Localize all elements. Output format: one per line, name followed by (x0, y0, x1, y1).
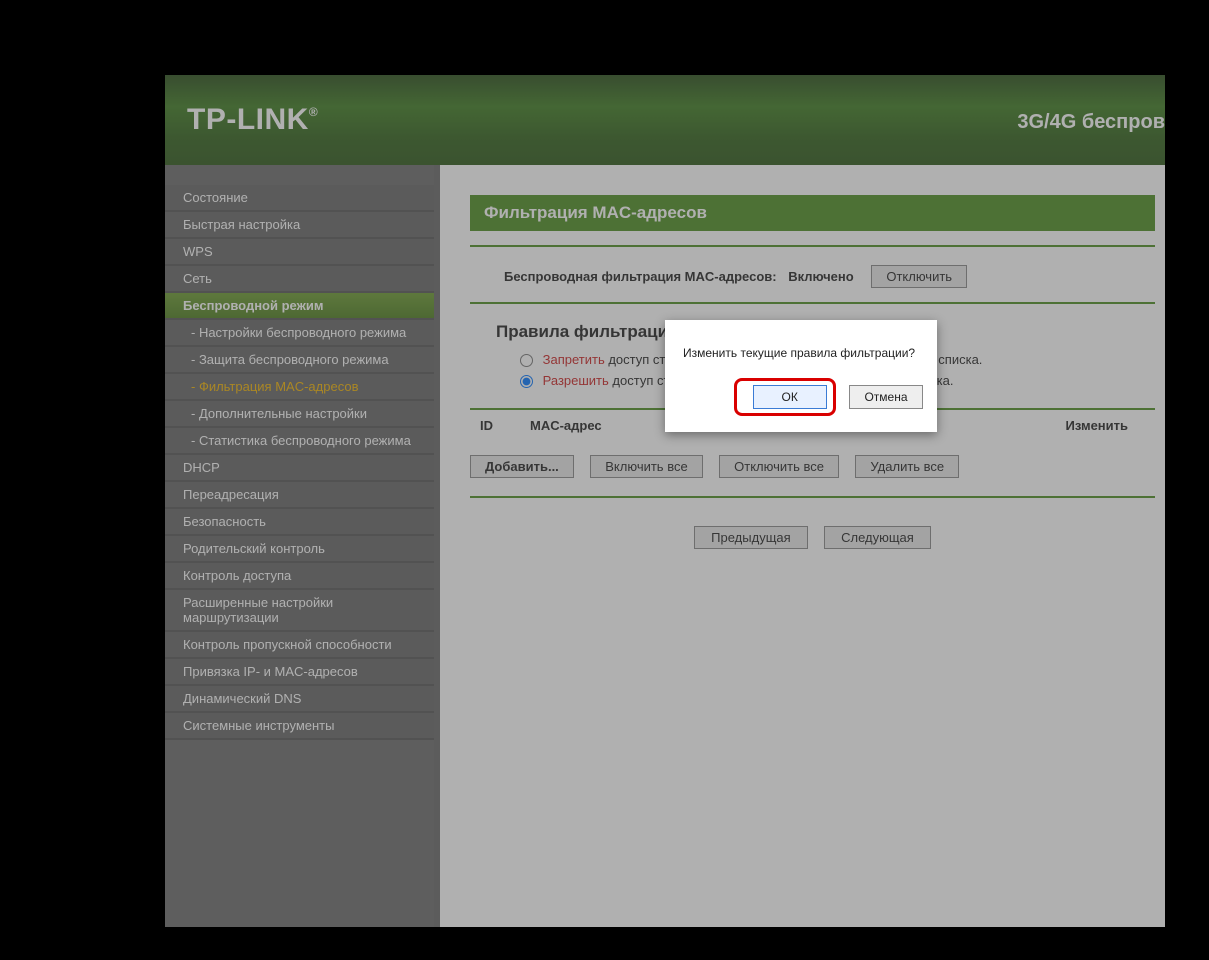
nav-item-3[interactable]: Сеть (165, 266, 434, 293)
nav-item-8[interactable]: - Дополнительные настройки (165, 401, 434, 428)
col-mac: MAC-адрес (524, 418, 684, 433)
col-id: ID (474, 418, 524, 433)
sidebar: СостояниеБыстрая настройкаWPSСетьБеспров… (165, 165, 440, 927)
action-buttons: Добавить... Включить все Отключить все У… (470, 455, 1155, 478)
nav-item-10[interactable]: DHCP (165, 455, 434, 482)
header-tagline: 3G/4G беспров (1017, 111, 1165, 134)
nav-item-14[interactable]: Контроль доступа (165, 563, 434, 590)
brand-logo: TP-LINK® (187, 103, 318, 137)
rule-allow-radio[interactable] (520, 375, 533, 388)
cancel-button[interactable]: Отмена (849, 385, 923, 409)
nav-item-5[interactable]: - Настройки беспроводного режима (165, 320, 434, 347)
disable-all-button[interactable]: Отключить все (719, 455, 839, 478)
rule-deny-radio[interactable] (520, 354, 533, 367)
nav-item-2[interactable]: WPS (165, 239, 434, 266)
nav-item-17[interactable]: Привязка IP- и MAC-адресов (165, 659, 434, 686)
nav-item-6[interactable]: - Защита беспроводного режима (165, 347, 434, 374)
brand-reg: ® (309, 105, 318, 119)
delete-all-button[interactable]: Удалить все (855, 455, 959, 478)
nav-item-1[interactable]: Быстрая настройка (165, 212, 434, 239)
disable-button[interactable]: Отключить (871, 265, 967, 288)
ok-highlight: ОК (734, 378, 836, 416)
add-button[interactable]: Добавить... (470, 455, 574, 478)
status-value: Включено (788, 269, 854, 284)
nav-item-13[interactable]: Родительский контроль (165, 536, 434, 563)
nav-item-7[interactable]: - Фильтрация MAC-адресов (165, 374, 434, 401)
enable-all-button[interactable]: Включить все (590, 455, 702, 478)
nav-item-15[interactable]: Расширенные настройки маршрутизации (165, 590, 434, 632)
status-row: Беспроводная фильтрация MAC-адресов: Вкл… (470, 247, 1155, 302)
dialog-buttons: ОК Отмена (665, 372, 937, 432)
divider (470, 496, 1155, 498)
dialog-message: Изменить текущие правила фильтрации? (665, 320, 937, 372)
main-content: Фильтрация MAC-адресов Беспроводная филь… (440, 165, 1165, 927)
nav-item-12[interactable]: Безопасность (165, 509, 434, 536)
brand-text: TP-LINK (187, 103, 309, 136)
nav-item-11[interactable]: Переадресация (165, 482, 434, 509)
nav-item-0[interactable]: Состояние (165, 185, 434, 212)
ok-button[interactable]: ОК (753, 385, 827, 409)
confirm-dialog: Изменить текущие правила фильтрации? ОК … (665, 320, 937, 432)
rule-allow-word: Разрешить (543, 373, 609, 388)
nav-item-4[interactable]: Беспроводной режим (165, 293, 434, 320)
col-edit: Изменить (984, 418, 1134, 433)
nav-item-19[interactable]: Системные инструменты (165, 713, 434, 740)
page-title: Фильтрация MAC-адресов (470, 195, 1155, 231)
nav-item-9[interactable]: - Статистика беспроводного режима (165, 428, 434, 455)
app-window: TP-LINK® 3G/4G беспров СостояниеБыстрая … (165, 75, 1165, 927)
next-button[interactable]: Следующая (824, 526, 931, 549)
prev-button[interactable]: Предыдущая (694, 526, 808, 549)
nav-item-16[interactable]: Контроль пропускной способности (165, 632, 434, 659)
rule-deny-word: Запретить (543, 352, 605, 367)
pager: Предыдущая Следующая (470, 526, 1155, 549)
nav-item-18[interactable]: Динамический DNS (165, 686, 434, 713)
header: TP-LINK® 3G/4G беспров (165, 75, 1165, 165)
status-label: Беспроводная фильтрация MAC-адресов: (504, 269, 777, 284)
